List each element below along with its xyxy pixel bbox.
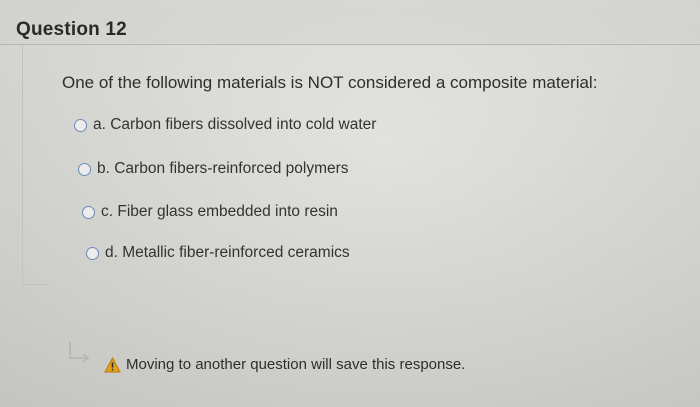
radio-button-c[interactable] [82,205,95,219]
save-notice-text: Moving to another question will save thi… [126,356,466,373]
radio-button-b[interactable] [78,162,91,176]
option-b-label: b. Carbon fibers-reinforced polymers [97,160,349,177]
warning-icon [104,356,121,372]
radio-button-a[interactable] [74,118,87,132]
option-d[interactable]: d. Metallic fiber-reinforced ceramics [86,244,350,262]
question-header: Question 12 [0,0,700,45]
question-card: Question 12 One of the following materia… [0,0,700,407]
question-title: Question 12 [16,19,127,40]
option-c[interactable]: c. Fiber glass embedded into resin [82,203,338,221]
option-d-label: d. Metallic fiber-reinforced ceramics [105,244,350,261]
option-a[interactable]: a. Carbon fibers dissolved into cold wat… [74,116,376,134]
option-a-label: a. Carbon fibers dissolved into cold wat… [93,116,377,133]
radio-button-d[interactable] [86,246,99,260]
question-prompt: One of the following materials is NOT co… [62,73,598,92]
left-divider-foot [22,284,48,285]
save-notice: Moving to another question will save thi… [88,356,465,373]
option-b[interactable]: b. Carbon fibers-reinforced polymers [78,160,349,178]
left-divider [22,45,23,285]
option-c-label: c. Fiber glass embedded into resin [101,203,338,220]
